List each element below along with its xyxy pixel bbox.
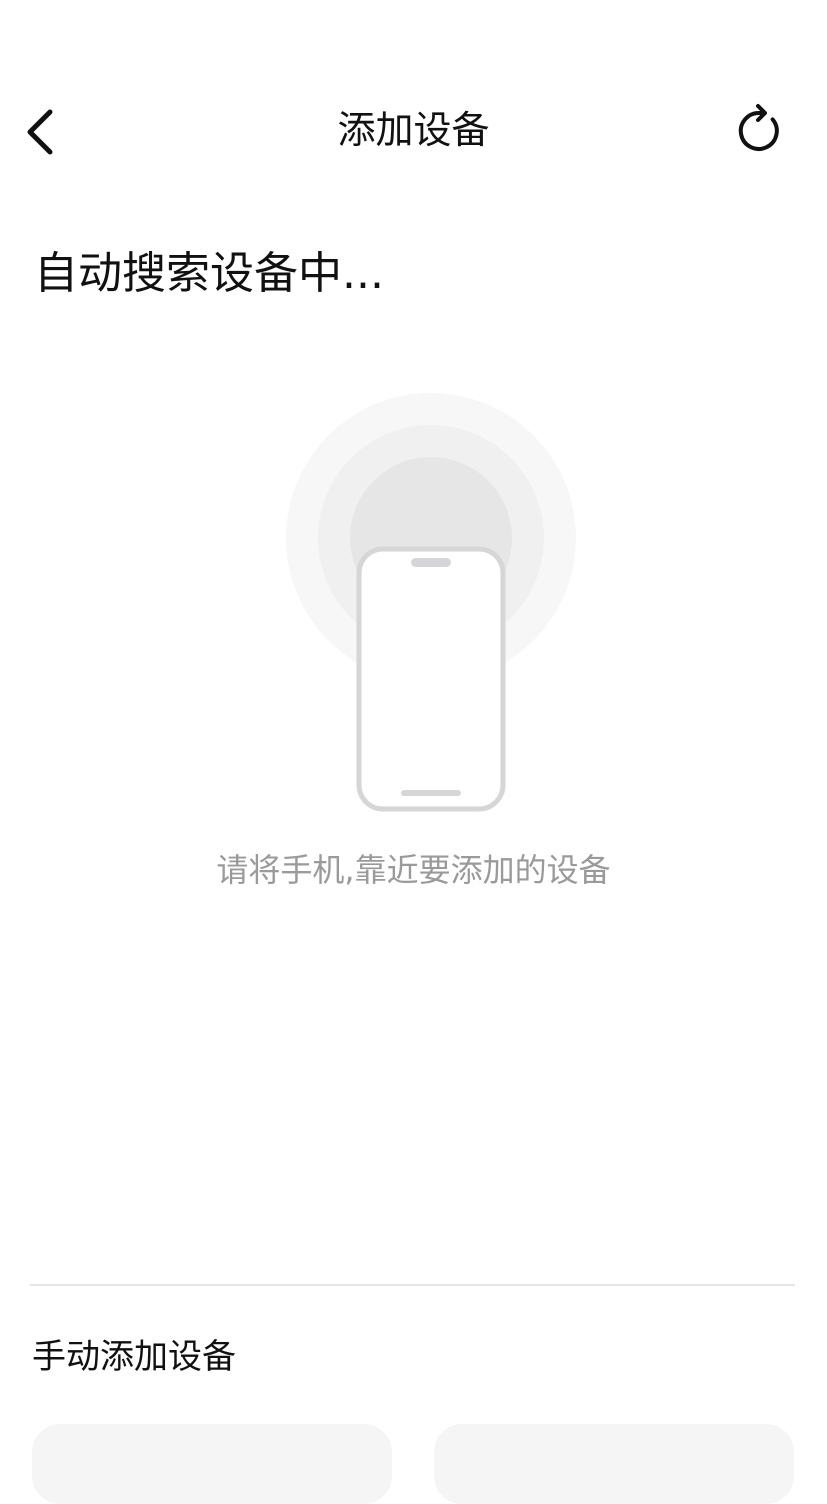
refresh-button[interactable] — [728, 100, 788, 160]
page-title: 添加设备 — [337, 108, 490, 152]
manual-add-card[interactable] — [434, 1424, 794, 1504]
section-divider — [30, 1284, 795, 1286]
top-nav-bar: 添加设备 — [0, 80, 827, 180]
proximity-hint: 请将手机,靠近要添加的设备 — [216, 851, 611, 889]
manual-add-title: 手动添加设备 — [32, 1337, 236, 1377]
phone-icon — [356, 546, 506, 812]
refresh-icon — [738, 104, 779, 151]
manual-add-card[interactable] — [32, 1424, 392, 1504]
auto-search-status: 自动搜索设备中... — [34, 248, 384, 299]
